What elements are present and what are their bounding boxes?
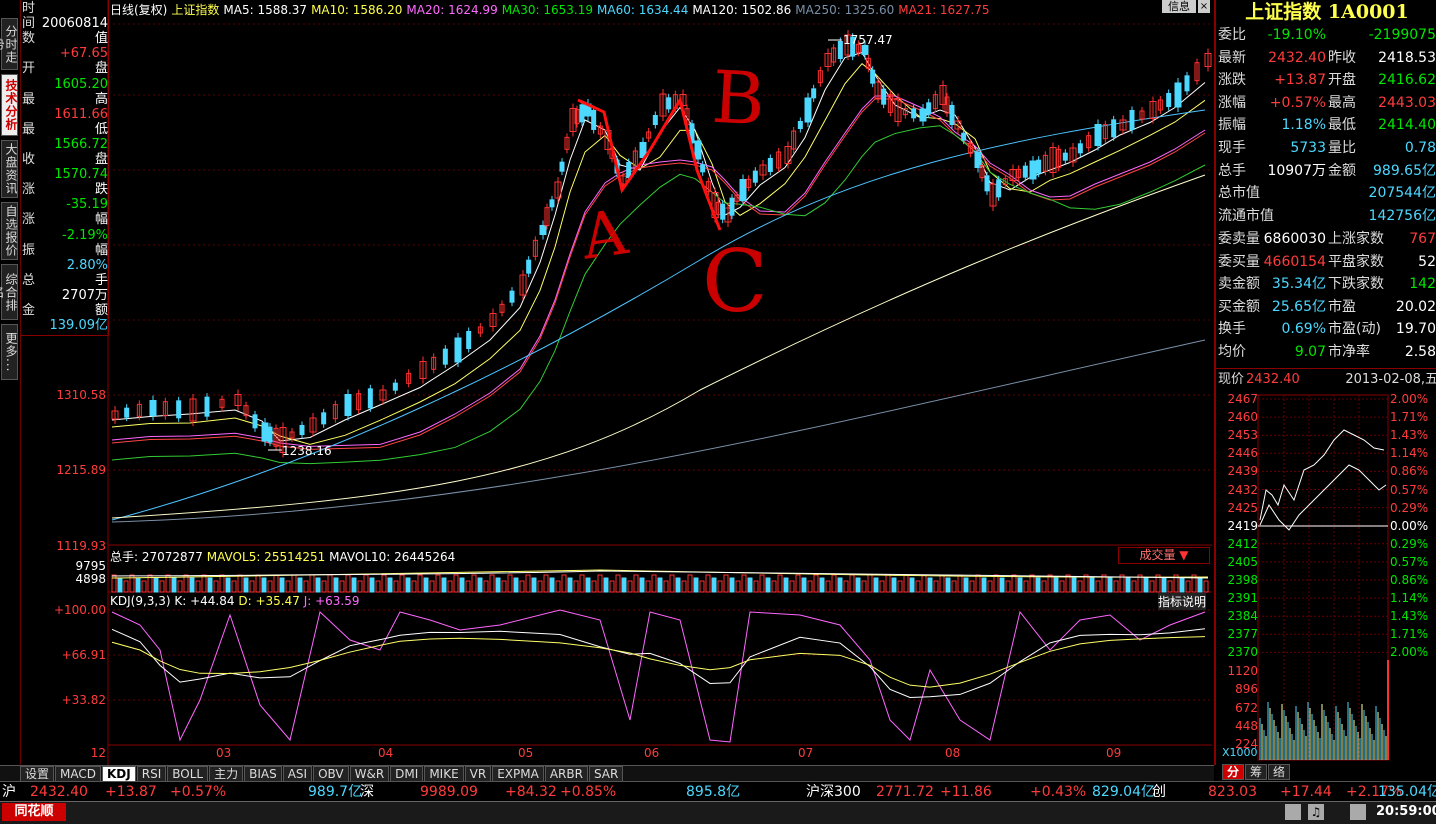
ticker-item: 2771.72 bbox=[876, 784, 934, 800]
indicator-tab-sar[interactable]: SAR bbox=[588, 766, 624, 782]
mavol5-value: MAVOL5: 25514251 bbox=[206, 550, 326, 564]
indicator-tab-bias[interactable]: BIAS bbox=[244, 766, 282, 782]
price-tick: 1310.58 bbox=[56, 388, 106, 402]
window-icon[interactable] bbox=[1285, 804, 1301, 820]
kdj-header: KDJ(9,3,3) K: +44.84 D: +35.47 J: +63.59 bbox=[110, 594, 360, 608]
ticker-item: 989.7亿 bbox=[308, 784, 363, 800]
indicator-tab-[interactable]: 设置 bbox=[20, 766, 55, 782]
volume-tick: 9795 bbox=[75, 559, 106, 573]
indicator-tab-dmi[interactable]: DMI bbox=[390, 766, 424, 782]
indicator-tab-kdj[interactable]: KDJ bbox=[102, 766, 136, 782]
indicator-tab-obv[interactable]: OBV bbox=[313, 766, 349, 782]
x-tick: 05 bbox=[518, 746, 534, 760]
app-logo: 同花顺 bbox=[2, 803, 66, 821]
ticker-item: +11.86 bbox=[940, 784, 992, 800]
indicator-tab-mike[interactable]: MIKE bbox=[424, 766, 464, 782]
ticker-item: +84.32 bbox=[505, 784, 557, 800]
handwritten-b: B bbox=[709, 54, 768, 142]
ticker-item: 895.8亿 bbox=[686, 784, 741, 800]
high-annotation: 1757.47 bbox=[843, 33, 893, 47]
indicator-selector-label: 成交量 bbox=[1139, 548, 1176, 562]
lock-icon[interactable]: ♫ bbox=[1308, 804, 1324, 820]
ticker-item: 2432.40 bbox=[30, 784, 88, 800]
tab-chips[interactable]: 筹 bbox=[1245, 764, 1268, 780]
ticker-item: +17.44 bbox=[1280, 784, 1332, 800]
x-tick: 04 bbox=[378, 746, 394, 760]
kdj-name: KDJ(9,3,3) bbox=[110, 594, 171, 608]
kdj-tick: +33.82 bbox=[61, 693, 106, 707]
chevron-down-icon: ▼ bbox=[1179, 548, 1189, 562]
indicator-tab-asi[interactable]: ASI bbox=[282, 766, 313, 782]
status-bar: 同花顺 ♫ 20:59:00 bbox=[0, 801, 1436, 824]
ticker-item: +13.87 bbox=[105, 784, 157, 800]
indicator-help-button[interactable]: 指标说明 bbox=[1158, 593, 1207, 610]
ticker-item: 创 bbox=[1152, 784, 1166, 800]
ticker-item: 沪深300 bbox=[806, 784, 861, 800]
tab-network[interactable]: 络 bbox=[1268, 764, 1291, 780]
kdj-tick: +66.91 bbox=[61, 648, 106, 662]
kdj-k: K: +44.84 bbox=[174, 594, 235, 608]
x-tick: 03 bbox=[216, 746, 232, 760]
ticker-item: +0.85% bbox=[560, 784, 617, 800]
indicator-tab-vr[interactable]: VR bbox=[464, 766, 492, 782]
mavol10-value: MAVOL10: 26445264 bbox=[329, 550, 456, 564]
volume-header: 总手: 27072877 MAVOL5: 25514251 MAVOL10: 2… bbox=[110, 548, 455, 565]
ticker-item: 823.03 bbox=[1208, 784, 1257, 800]
ticker-item: 829.04亿 bbox=[1092, 784, 1155, 800]
x-tick: 06 bbox=[644, 746, 660, 760]
volume-tick: 4898 bbox=[75, 572, 106, 586]
indicator-tab-macd[interactable]: MACD bbox=[55, 766, 101, 782]
price-tick: 1215.89 bbox=[56, 463, 106, 477]
indicator-selector[interactable]: 成交量 ▼ bbox=[1118, 547, 1210, 564]
x-axis: 03 04 05 06 07 08 09 bbox=[0, 746, 1214, 760]
index-ticker: 沪 2432.40 +13.87 +0.57% 989.7亿深 9989.09 +84.32… bbox=[0, 781, 1436, 802]
x-tick: 07 bbox=[798, 746, 814, 760]
kdj-tick: +100.00 bbox=[53, 603, 106, 617]
mini-chart[interactable] bbox=[1214, 0, 1436, 765]
price-tick: 1119.93 bbox=[56, 539, 106, 553]
indicator-tab-arbr[interactable]: ARBR bbox=[544, 766, 588, 782]
chart-area[interactable] bbox=[0, 0, 1214, 765]
ticker-item: 深 bbox=[360, 784, 374, 800]
handwritten-a: A bbox=[577, 195, 632, 274]
tab-minute[interactable]: 分 bbox=[1222, 764, 1245, 780]
kdj-d: D: +35.47 bbox=[238, 594, 300, 608]
clock: 20:59:00 bbox=[1376, 804, 1436, 819]
indicator-tab-expma[interactable]: EXPMA bbox=[492, 766, 544, 782]
volume-total: 总手: 27072877 bbox=[110, 550, 203, 564]
handwritten-c: C bbox=[702, 232, 768, 332]
ticker-item: +0.57% bbox=[170, 784, 227, 800]
indicator-tabs: 设置 MACD KDJ RSI BOLL 主力 BIAS ASI OBV W&R DMI MIKE VR… bbox=[0, 765, 1214, 782]
indicator-tab-rsi[interactable]: RSI bbox=[136, 766, 167, 782]
ticker-item: 135.04亿 bbox=[1378, 784, 1436, 800]
settings-icon[interactable] bbox=[1350, 804, 1366, 820]
indicator-tab-boll[interactable]: BOLL bbox=[167, 766, 209, 782]
kdj-j: J: +63.59 bbox=[303, 594, 360, 608]
low-annotation: 1238.16 bbox=[282, 444, 332, 458]
x-tick: 08 bbox=[945, 746, 961, 760]
ticker-item: 9989.09 bbox=[420, 784, 478, 800]
ticker-item: 沪 bbox=[2, 784, 16, 800]
indicator-tab-wr[interactable]: W&R bbox=[349, 766, 390, 782]
x-tick: 09 bbox=[1106, 746, 1122, 760]
ticker-item: +0.43% bbox=[1030, 784, 1087, 800]
indicator-tab-[interactable]: 主力 bbox=[209, 766, 244, 782]
